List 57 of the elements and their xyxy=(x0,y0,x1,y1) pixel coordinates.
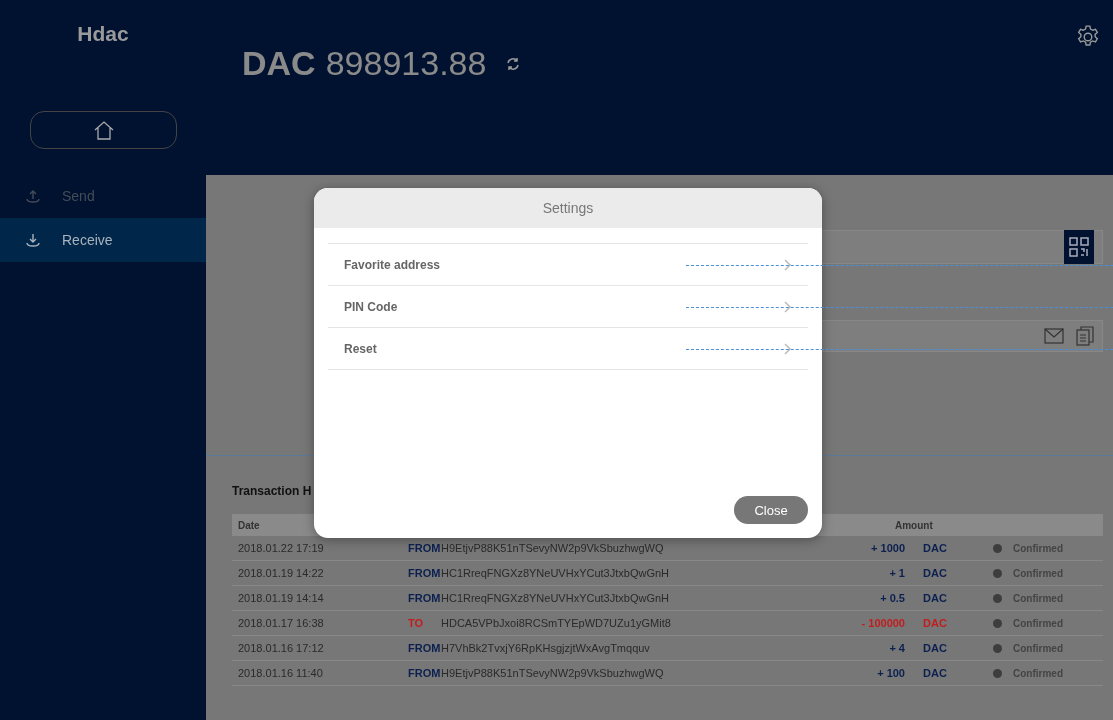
amount-cell-text: + 4 xyxy=(888,642,906,654)
home-icon xyxy=(92,120,115,140)
date-cell-text: 2018.01.16 11:40 xyxy=(238,667,324,679)
unit-cell-text: DAC xyxy=(923,642,948,654)
date-cell-text: 2018.01.19 14:14 xyxy=(238,592,325,604)
unit-cell-text: DAC xyxy=(923,567,948,579)
address-cell-text: H9EtjvP88K51nTSevyNW2p9VkSbuzhwgWQ xyxy=(441,542,665,554)
direction-cell: FROM xyxy=(408,642,441,654)
upload-icon xyxy=(26,189,40,203)
address-cell-text: H7VhBk2TvxjY6RpKHsgjzjtWxAvgTmqquv xyxy=(441,642,651,654)
amount-cell-text: + 0.5 xyxy=(879,592,906,604)
direction-cell-text: TO xyxy=(408,617,425,629)
settings-item[interactable]: PIN Code xyxy=(328,286,808,328)
date-cell-text: 2018.01.19 14:22 xyxy=(238,567,325,579)
mail-icon[interactable] xyxy=(1044,328,1064,344)
section-title: Transaction H xyxy=(232,484,313,498)
balance: DAC 898913.88 xyxy=(242,44,521,83)
address-cell-text: HC1RreqFNGXz8YNeUVHxYCut3JtxbQwGnH xyxy=(441,592,670,604)
date-cell-text: 2018.01.17 16:38 xyxy=(238,617,325,629)
unit-cell-text: DAC xyxy=(923,542,948,554)
unit-cell-text: DAC xyxy=(923,617,948,629)
amount-cell-text: + 1000 xyxy=(870,542,906,554)
unit-cell-text: DAC xyxy=(923,667,948,679)
download-icon xyxy=(26,233,40,247)
address-cell-text: H9EtjvP88K51nTSevyNW2p9VkSbuzhwgWQ xyxy=(441,667,665,679)
status-dot xyxy=(993,543,1002,553)
status-dot xyxy=(993,668,1002,678)
copy-icon[interactable] xyxy=(1076,326,1094,346)
address-cell-text: HDCA5VPbJxoi8RCSmTYEpWD7UZu1yGMit8 xyxy=(441,617,672,629)
direction-cell: FROM xyxy=(408,567,441,579)
unit-cell-text: DAC xyxy=(923,592,948,604)
settings-item[interactable]: Favorite address xyxy=(328,244,808,286)
qr-code-icon[interactable] xyxy=(1064,230,1094,264)
direction-cell: FROM xyxy=(408,542,441,554)
amount-cell-text: + 1 xyxy=(888,567,906,579)
refresh-icon[interactable] xyxy=(506,56,521,71)
chevron-icon xyxy=(784,300,792,313)
dialog-title: Settings xyxy=(314,188,822,228)
logo: Hdac xyxy=(76,21,130,47)
close-button[interactable]: Close xyxy=(734,496,808,524)
settings-item[interactable]: Reset xyxy=(328,328,808,370)
column-header: Amount xyxy=(895,519,934,531)
date-cell-text: 2018.01.16 17:12 xyxy=(238,642,325,654)
amount-cell-text: + 100 xyxy=(876,667,906,679)
chevron-icon xyxy=(784,342,792,355)
direction-cell: FROM xyxy=(408,592,441,604)
direction-cell: FROM xyxy=(408,667,441,679)
status-dot xyxy=(993,593,1002,603)
date-cell-text: 2018.01.22 17:19 xyxy=(238,542,325,554)
column-header: Date xyxy=(238,519,261,531)
amount-cell-text: - 100000 xyxy=(860,617,906,629)
nav-item[interactable]: Receive xyxy=(0,218,206,262)
status-dot xyxy=(993,568,1002,578)
address-cell-text: HC1RreqFNGXz8YNeUVHxYCut3JtxbQwGnH xyxy=(441,567,670,579)
chevron-icon xyxy=(784,258,792,271)
status-dot xyxy=(993,643,1002,653)
status-dot xyxy=(993,618,1002,628)
